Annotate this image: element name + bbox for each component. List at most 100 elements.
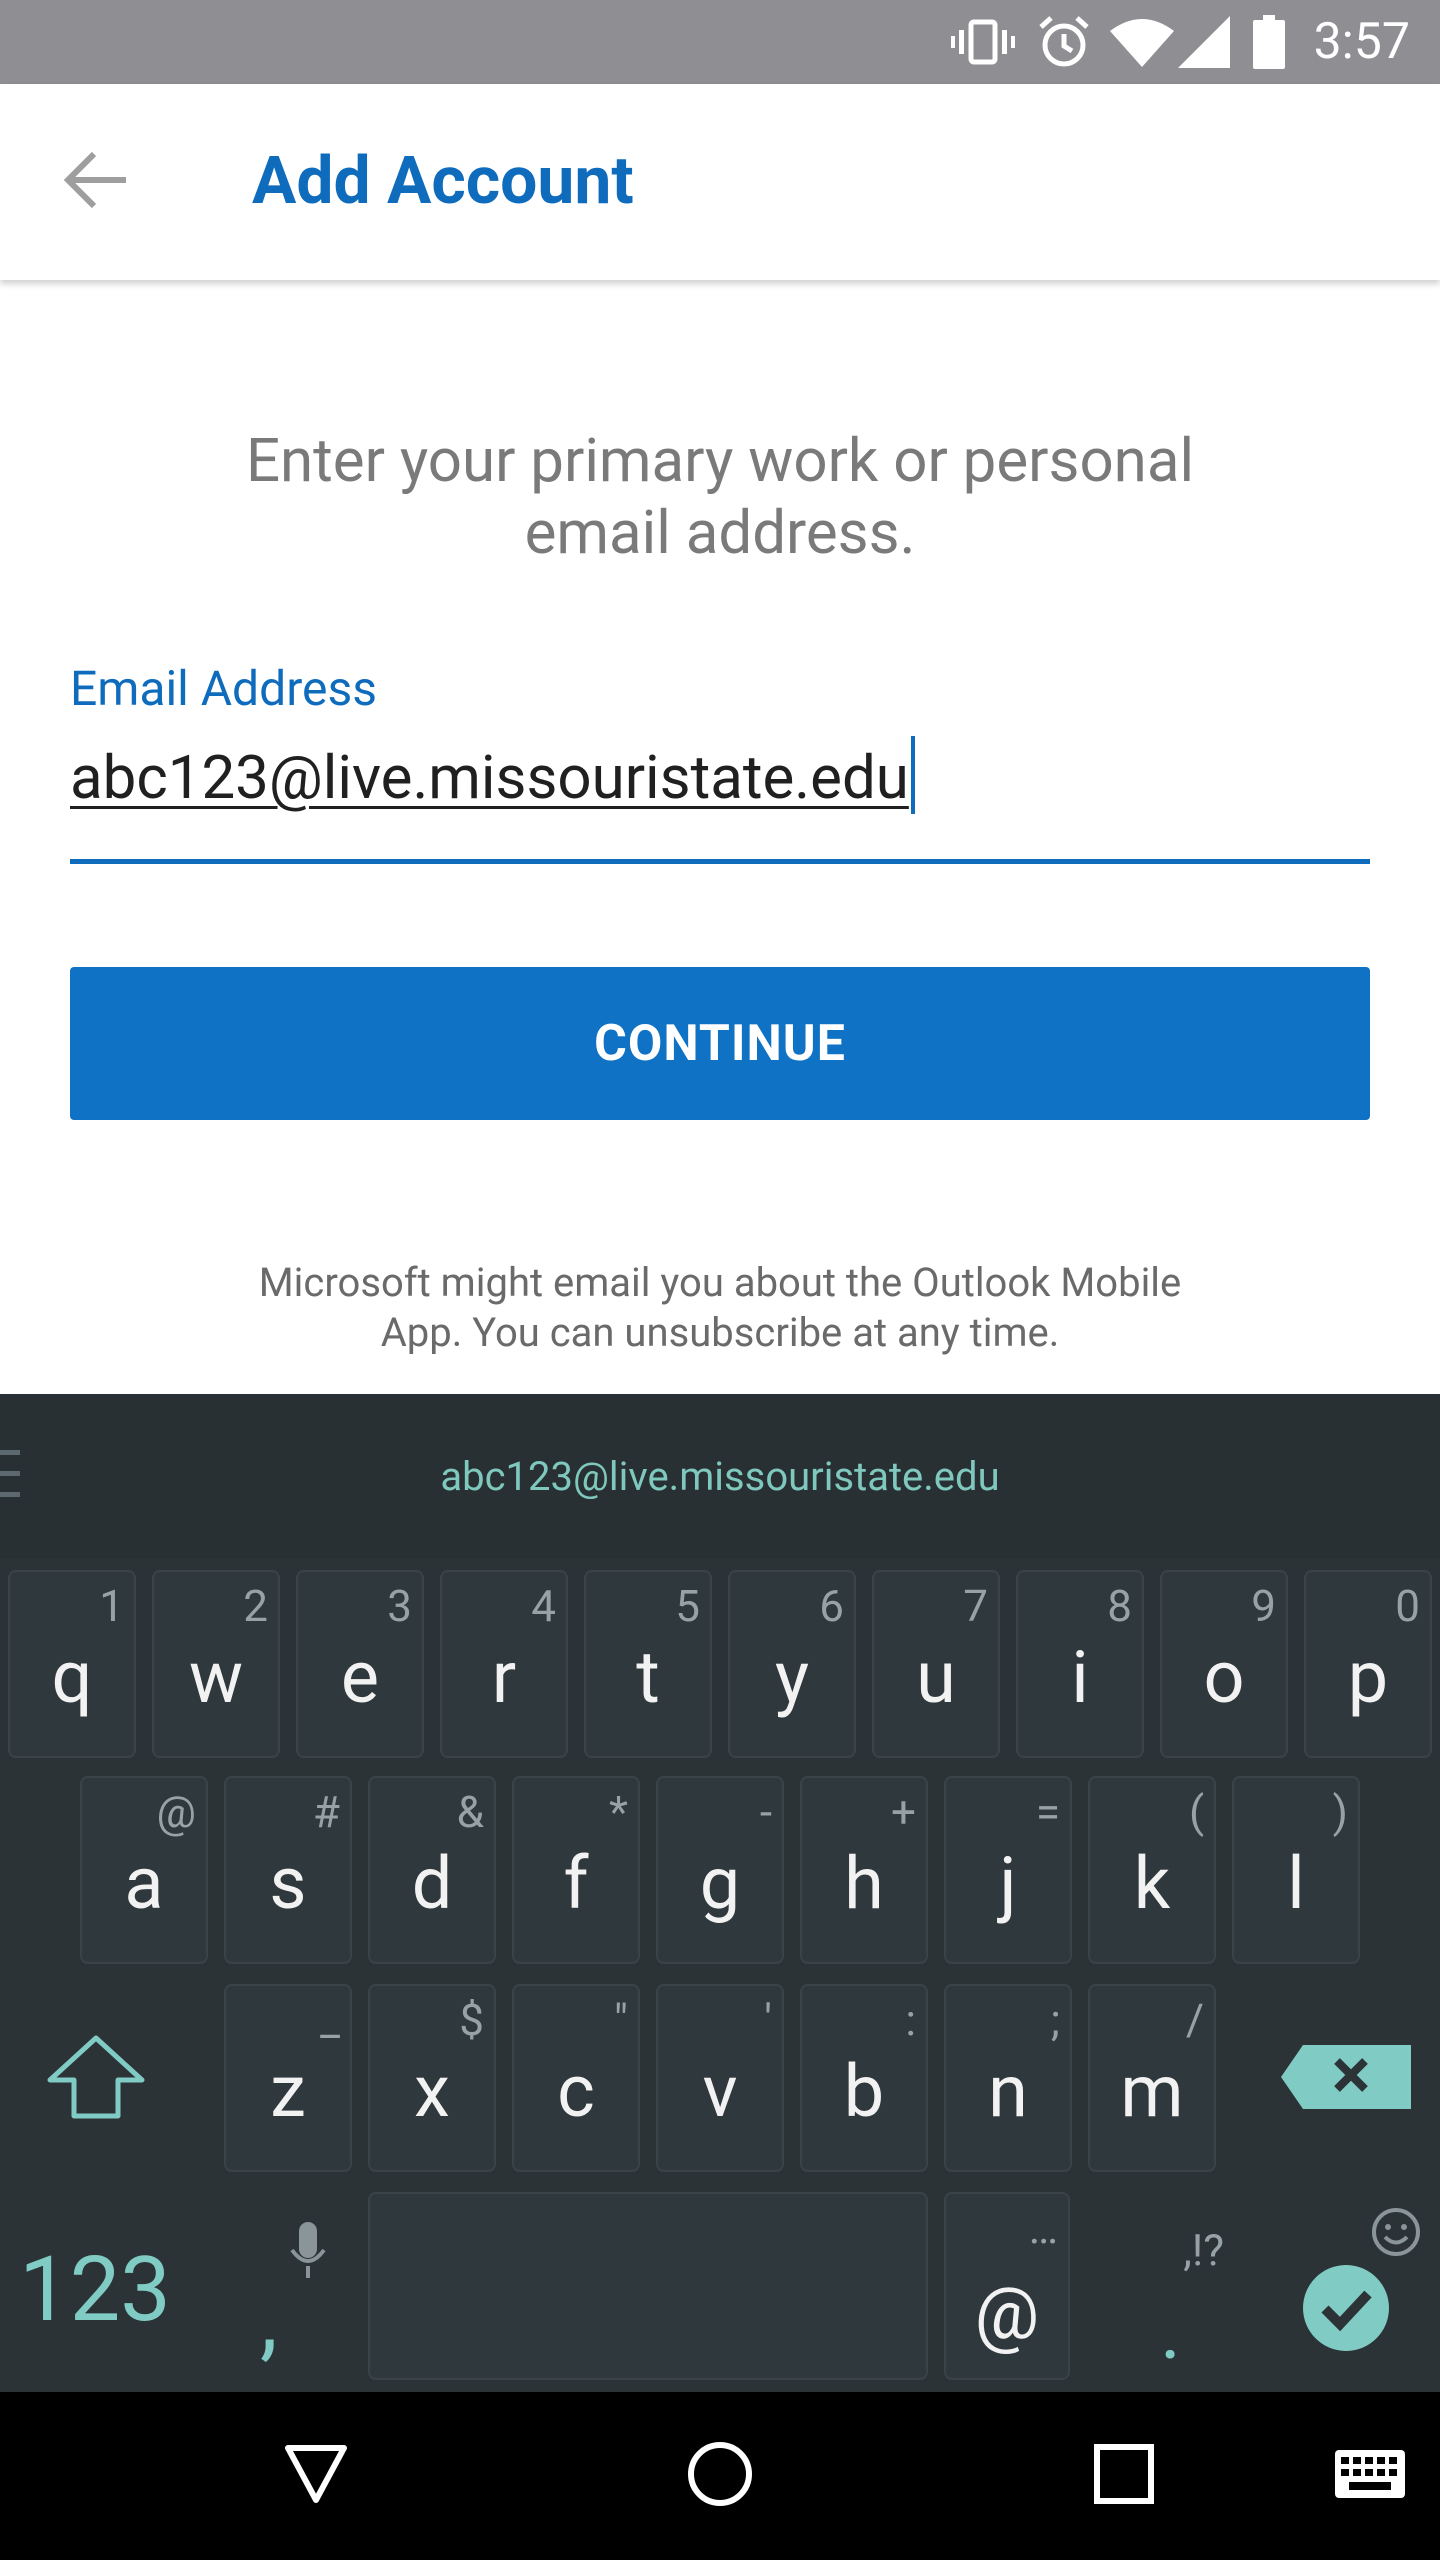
key-label: s bbox=[269, 1841, 307, 1926]
key-g[interactable]: -g bbox=[656, 1776, 784, 1964]
recents-square-icon bbox=[1094, 2444, 1154, 2508]
key-hint: & bbox=[456, 1786, 484, 1838]
key-label: t bbox=[636, 1635, 660, 1720]
key-label: p bbox=[1347, 1635, 1389, 1720]
email-field-value[interactable]: abc123@live.missouristate.edu bbox=[70, 732, 915, 824]
system-nav-bar bbox=[0, 2392, 1440, 2560]
key-f[interactable]: * f bbox=[512, 1776, 640, 1964]
smiley-icon bbox=[1370, 2206, 1422, 2262]
key-hint: 2 bbox=[243, 1580, 268, 1632]
key-c[interactable]: " c bbox=[512, 1984, 640, 2172]
key-label: w bbox=[188, 1635, 244, 1720]
key-label: f bbox=[563, 1841, 589, 1926]
backspace-key[interactable] bbox=[1280, 2044, 1412, 2114]
emoji-key[interactable] bbox=[1366, 2204, 1426, 2264]
shift-key[interactable] bbox=[36, 2024, 156, 2134]
key-label: j bbox=[999, 1841, 1017, 1926]
battery-icon bbox=[1250, 0, 1288, 84]
instruction-text: Enter your primary work or personal emai… bbox=[140, 425, 1300, 569]
space-key[interactable] bbox=[368, 2192, 928, 2380]
key-m[interactable]: / m bbox=[1088, 1984, 1216, 2172]
key-l[interactable]: ) l bbox=[1232, 1776, 1360, 1964]
nav-recents-button[interactable] bbox=[1064, 2392, 1184, 2560]
key-k[interactable]: (k bbox=[1088, 1776, 1216, 1964]
comma-key[interactable]: , bbox=[230, 2214, 340, 2364]
key-hint: 7 bbox=[963, 1580, 988, 1632]
done-key[interactable] bbox=[1300, 2264, 1392, 2356]
checkmark-icon bbox=[1301, 2263, 1391, 2357]
home-circle-icon bbox=[687, 2441, 753, 2511]
microphone-icon bbox=[290, 2222, 326, 2286]
key-b[interactable]: :b bbox=[800, 1984, 928, 2172]
disclaimer-line: App. You can unsubscribe at any time. bbox=[380, 1309, 1060, 1356]
key-r[interactable]: 4r bbox=[440, 1570, 568, 1758]
back-triangle-icon bbox=[284, 2444, 348, 2508]
key-t[interactable]: 5t bbox=[584, 1570, 712, 1758]
email-field-label: Email Address bbox=[70, 660, 378, 717]
vibrate-icon bbox=[948, 0, 1018, 84]
at-key[interactable]: … @ bbox=[944, 2192, 1070, 2380]
key-label: o bbox=[1203, 1635, 1245, 1720]
key-label: a bbox=[124, 1841, 164, 1926]
key-hint: $ bbox=[459, 1994, 484, 2046]
signal-icon bbox=[1176, 0, 1232, 84]
key-hint: ) bbox=[1332, 1786, 1348, 1838]
key-hint: * bbox=[609, 1786, 628, 1838]
page-title: Add Account bbox=[252, 143, 634, 220]
at-label: @ bbox=[974, 2271, 1040, 2356]
key-hint: 5 bbox=[675, 1580, 700, 1632]
wifi-icon bbox=[1108, 0, 1176, 84]
key-hint: 9 bbox=[1251, 1580, 1276, 1632]
at-hint: … bbox=[1028, 2202, 1058, 2254]
key-hint: 1 bbox=[99, 1580, 124, 1632]
period-label: . bbox=[1160, 2284, 1182, 2378]
key-label: u bbox=[916, 1635, 956, 1720]
key-z[interactable]: _ z bbox=[224, 1984, 352, 2172]
app-bar: Add Account bbox=[0, 84, 1440, 280]
key-label: h bbox=[844, 1841, 884, 1926]
key-hint: ; bbox=[1050, 1994, 1060, 2046]
key-v[interactable]: ' v bbox=[656, 1984, 784, 2172]
key-label: q bbox=[51, 1635, 93, 1720]
key-label: v bbox=[702, 2049, 738, 2134]
disclaimer-text: Microsoft might email you about the Outl… bbox=[200, 1258, 1240, 1358]
key-label: x bbox=[414, 2049, 450, 2134]
period-key[interactable]: ,!? . bbox=[1110, 2194, 1230, 2384]
suggestion-item[interactable]: abc123@live.missouristate.edu bbox=[0, 1394, 1440, 1559]
key-label: i bbox=[1071, 1635, 1089, 1720]
suggestion-strip: abc123@live.missouristate.edu bbox=[0, 1394, 1440, 1559]
key-n[interactable]: ; n bbox=[944, 1984, 1072, 2172]
key-i[interactable]: 8i bbox=[1016, 1570, 1144, 1758]
key-e[interactable]: 3e bbox=[296, 1570, 424, 1758]
key-s[interactable]: # s bbox=[224, 1776, 352, 1964]
key-p[interactable]: 0p bbox=[1304, 1570, 1432, 1758]
key-label: c bbox=[557, 2049, 595, 2134]
key-label: d bbox=[411, 1841, 453, 1926]
key-hint: 3 bbox=[387, 1580, 412, 1632]
key-j[interactable]: = j bbox=[944, 1776, 1072, 1964]
key-hint: / bbox=[1185, 1994, 1204, 2046]
alarm-icon bbox=[1036, 0, 1092, 84]
key-w[interactable]: 2w bbox=[152, 1570, 280, 1758]
key-u[interactable]: 7u bbox=[872, 1570, 1000, 1758]
continue-button[interactable]: CONTINUE bbox=[70, 967, 1370, 1120]
key-q[interactable]: 1q bbox=[8, 1570, 136, 1758]
key-d[interactable]: & d bbox=[368, 1776, 496, 1964]
key-a[interactable]: @ a bbox=[80, 1776, 208, 1964]
status-time: 3:57 bbox=[1313, 13, 1410, 71]
key-h[interactable]: + h bbox=[800, 1776, 928, 1964]
key-label: y bbox=[774, 1635, 810, 1720]
key-hint: + bbox=[891, 1786, 916, 1838]
nav-back-button[interactable] bbox=[256, 2392, 376, 2560]
key-hint: ( bbox=[1188, 1786, 1204, 1838]
key-o[interactable]: 9o bbox=[1160, 1570, 1288, 1758]
nav-keyboard-button[interactable] bbox=[1310, 2392, 1430, 2560]
symbols-key[interactable]: 123 bbox=[0, 2224, 190, 2354]
nav-home-button[interactable] bbox=[660, 2392, 780, 2560]
back-button[interactable] bbox=[56, 142, 136, 222]
key-y[interactable]: 6y bbox=[728, 1570, 856, 1758]
key-hint: _ bbox=[320, 1994, 340, 2046]
email-field[interactable]: abc123@live.missouristate.edu bbox=[70, 732, 1370, 864]
key-x[interactable]: $ x bbox=[368, 1984, 496, 2172]
key-hint: 0 bbox=[1395, 1580, 1420, 1632]
